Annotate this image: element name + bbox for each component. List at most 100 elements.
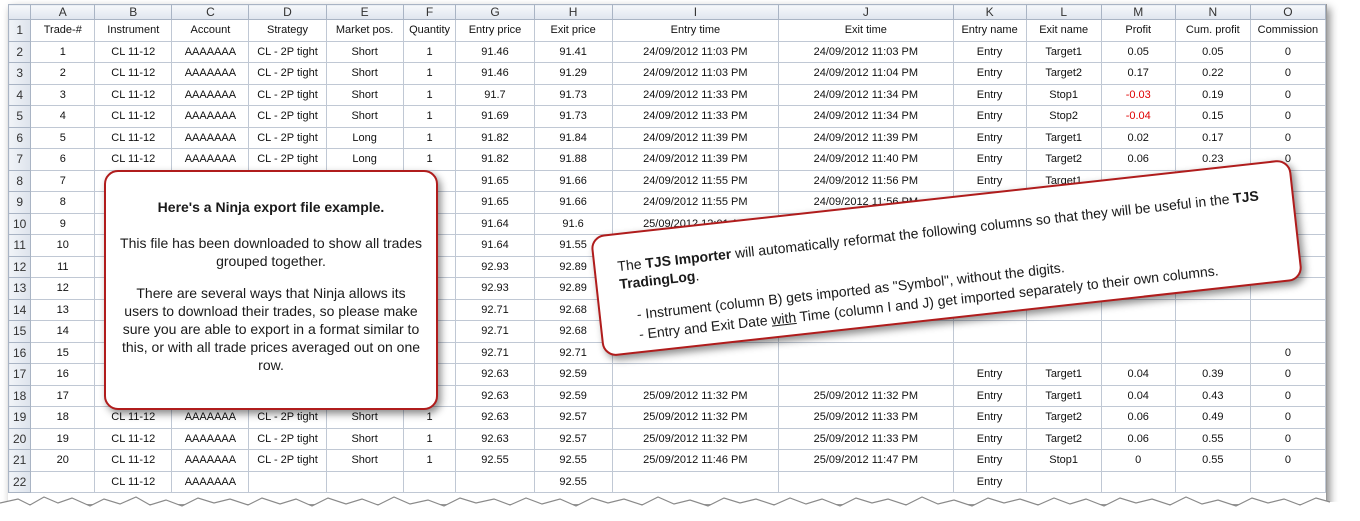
cell[interactable]: Short (325, 427, 404, 450)
cell[interactable]: Target1 (1025, 384, 1102, 407)
cell[interactable]: 11 (30, 255, 96, 278)
cell[interactable]: 92.71 (455, 320, 535, 343)
cell[interactable]: 91.6 (533, 212, 613, 235)
cell[interactable]: 92.93 (455, 255, 535, 278)
cell[interactable]: CL - 2P tight (248, 126, 327, 149)
column-title[interactable]: Market pos. (325, 19, 404, 42)
cell[interactable] (778, 341, 954, 364)
cell[interactable]: 92.71 (533, 341, 613, 364)
cell[interactable] (1100, 470, 1176, 493)
column-header-j[interactable]: J (778, 4, 954, 20)
cell[interactable] (1100, 298, 1176, 321)
cell[interactable]: 92.63 (455, 427, 535, 450)
cell[interactable] (1100, 341, 1176, 364)
cell[interactable]: Short (325, 449, 404, 472)
cell[interactable]: 0.22 (1174, 62, 1251, 85)
cell[interactable]: 16 (30, 363, 96, 386)
column-header-h[interactable]: H (533, 4, 613, 20)
cell[interactable]: 1 (402, 126, 457, 149)
cell[interactable] (611, 470, 780, 493)
cell[interactable]: AAAAAAA (171, 427, 250, 450)
cell[interactable]: Entry (952, 406, 1027, 429)
cell[interactable]: 92.71 (455, 298, 535, 321)
cell[interactable]: Target2 (1025, 427, 1102, 450)
cell[interactable]: AAAAAAA (171, 105, 250, 128)
cell[interactable]: CL - 2P tight (248, 40, 327, 63)
cell[interactable]: 92.63 (455, 363, 535, 386)
row-number[interactable]: 17 (8, 363, 32, 386)
column-title[interactable]: Strategy (248, 19, 327, 42)
row-number[interactable]: 13 (8, 277, 32, 300)
cell[interactable]: 0.17 (1100, 62, 1176, 85)
cell[interactable]: 0.05 (1100, 40, 1176, 63)
cell[interactable]: Target1 (1025, 126, 1102, 149)
cell[interactable]: 25/09/2012 11:32 PM (778, 384, 954, 407)
cell[interactable]: AAAAAAA (171, 40, 250, 63)
row-number[interactable]: 2 (8, 40, 32, 63)
cell[interactable]: CL 11-12 (94, 62, 173, 85)
row-number[interactable]: 16 (8, 341, 32, 364)
column-header-e[interactable]: E (325, 4, 404, 20)
cell[interactable]: 0 (1249, 384, 1326, 407)
cell[interactable]: 91.84 (533, 126, 613, 149)
cell[interactable] (1025, 470, 1102, 493)
cell[interactable]: 1 (402, 105, 457, 128)
cell[interactable] (1249, 470, 1326, 493)
row-number[interactable]: 15 (8, 320, 32, 343)
cell[interactable]: CL - 2P tight (248, 449, 327, 472)
cell[interactable]: 91.65 (455, 191, 535, 214)
cell[interactable]: 0 (1249, 449, 1326, 472)
cell[interactable]: 91.65 (455, 169, 535, 192)
cell[interactable] (1249, 320, 1326, 343)
cell[interactable]: 91.29 (533, 62, 613, 85)
row-number[interactable]: 12 (8, 255, 32, 278)
cell[interactable]: 24/09/2012 11:34 PM (778, 83, 954, 106)
cell[interactable]: Entry (952, 83, 1027, 106)
cell[interactable]: 24/09/2012 11:34 PM (778, 105, 954, 128)
cell[interactable]: 0.05 (1174, 40, 1251, 63)
cell[interactable]: CL - 2P tight (248, 62, 327, 85)
cell[interactable] (611, 363, 780, 386)
cell[interactable]: 0.49 (1174, 406, 1251, 429)
column-title[interactable]: Entry price (455, 19, 535, 42)
cell[interactable]: CL 11-12 (94, 126, 173, 149)
cell[interactable] (1174, 298, 1251, 321)
cell[interactable] (402, 470, 457, 493)
cell[interactable]: 12 (30, 277, 96, 300)
cell[interactable]: 24/09/2012 11:33 PM (611, 83, 780, 106)
cell[interactable] (778, 470, 954, 493)
column-title[interactable]: Quantity (402, 19, 457, 42)
cell[interactable]: 24/09/2012 11:55 PM (611, 191, 780, 214)
cell[interactable] (952, 320, 1027, 343)
cell[interactable]: 0.04 (1100, 384, 1176, 407)
cell[interactable]: 1 (402, 427, 457, 450)
cell[interactable]: 0 (1249, 341, 1326, 364)
cell[interactable]: 24/09/2012 11:03 PM (778, 40, 954, 63)
cell[interactable]: 1 (402, 449, 457, 472)
column-header-b[interactable]: B (94, 4, 173, 20)
cell[interactable]: 25/09/2012 11:32 PM (611, 384, 780, 407)
cell[interactable]: AAAAAAA (171, 83, 250, 106)
cell[interactable]: 92.55 (533, 470, 613, 493)
cell[interactable]: 0 (1100, 449, 1176, 472)
cell[interactable]: 18 (30, 406, 96, 429)
row-number[interactable]: 7 (8, 148, 32, 171)
cell[interactable]: 0 (1249, 126, 1326, 149)
cell[interactable]: 25/09/2012 11:33 PM (778, 406, 954, 429)
row-number[interactable]: 19 (8, 406, 32, 429)
cell[interactable]: 24/09/2012 11:03 PM (611, 62, 780, 85)
cell[interactable] (1174, 320, 1251, 343)
column-title[interactable]: Account (171, 19, 250, 42)
cell[interactable]: 0.06 (1100, 406, 1176, 429)
cell[interactable]: 24/09/2012 11:39 PM (611, 148, 780, 171)
cell[interactable]: Entry (952, 126, 1027, 149)
cell[interactable]: 0 (1249, 105, 1326, 128)
cell[interactable]: 92.57 (533, 406, 613, 429)
cell[interactable]: 92.55 (455, 449, 535, 472)
cell[interactable]: 14 (30, 320, 96, 343)
column-title[interactable]: Exit price (533, 19, 613, 42)
cell[interactable]: 25/09/2012 11:32 PM (611, 427, 780, 450)
cell[interactable]: Entry (952, 384, 1027, 407)
row-number[interactable]: 11 (8, 234, 32, 257)
cell[interactable] (1249, 298, 1326, 321)
